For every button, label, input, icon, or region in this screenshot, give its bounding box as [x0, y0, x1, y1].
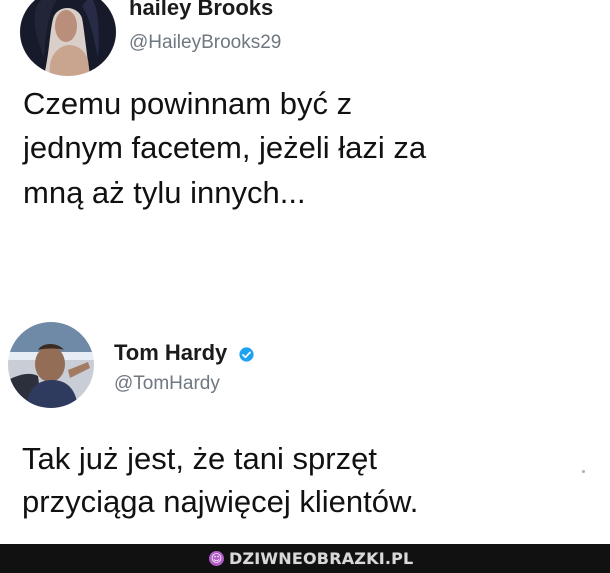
display-name[interactable]: hailey Brooks: [129, 0, 273, 21]
verified-badge-icon: [239, 347, 254, 362]
site-footer-bar: ☺ DZIWNEOBRAZKI.PL: [0, 544, 610, 573]
display-name[interactable]: Tom Hardy: [114, 340, 255, 366]
avatar[interactable]: [8, 322, 94, 408]
user-avatar-photo-icon: [20, 0, 116, 76]
tweet-hailey-brooks: hailey Brooks @HaileyBrooks29 Czemu powi…: [0, 0, 610, 300]
tweet-text-line: Czemu powinnam być z: [23, 86, 353, 121]
tweet-text: Czemu powinnam być z jednym facetem, jeż…: [23, 86, 593, 210]
site-name: DZIWNEOBRAZKI.PL: [229, 549, 414, 568]
tweet-text-line: przyciąga najwięcej klientów.: [22, 484, 419, 520]
handle[interactable]: @TomHardy: [114, 373, 220, 395]
handle[interactable]: @HaileyBrooks29: [129, 32, 281, 54]
site-logo[interactable]: ☺ DZIWNEOBRAZKI.PL: [209, 549, 413, 568]
tweet-tom-hardy: Tom Hardy @TomHardy Tak już jest, że tan…: [0, 300, 610, 544]
user-avatar-photo-icon: [8, 322, 94, 408]
tweet-text-line: Tak już jest, że tani sprzęt: [22, 441, 377, 476]
avatar[interactable]: [20, 0, 116, 76]
display-name-text: Tom Hardy: [114, 340, 228, 365]
site-logo-icon: ☺: [209, 551, 224, 566]
image-artifact: [582, 470, 585, 473]
tweet-text: Tak już jest, że tani sprzęt przyciąga n…: [22, 441, 602, 520]
tweet-text-line: mną aż tylu innych...: [23, 174, 306, 210]
tweet-text-line: jednym facetem, jeżeli łazi za: [23, 130, 427, 166]
